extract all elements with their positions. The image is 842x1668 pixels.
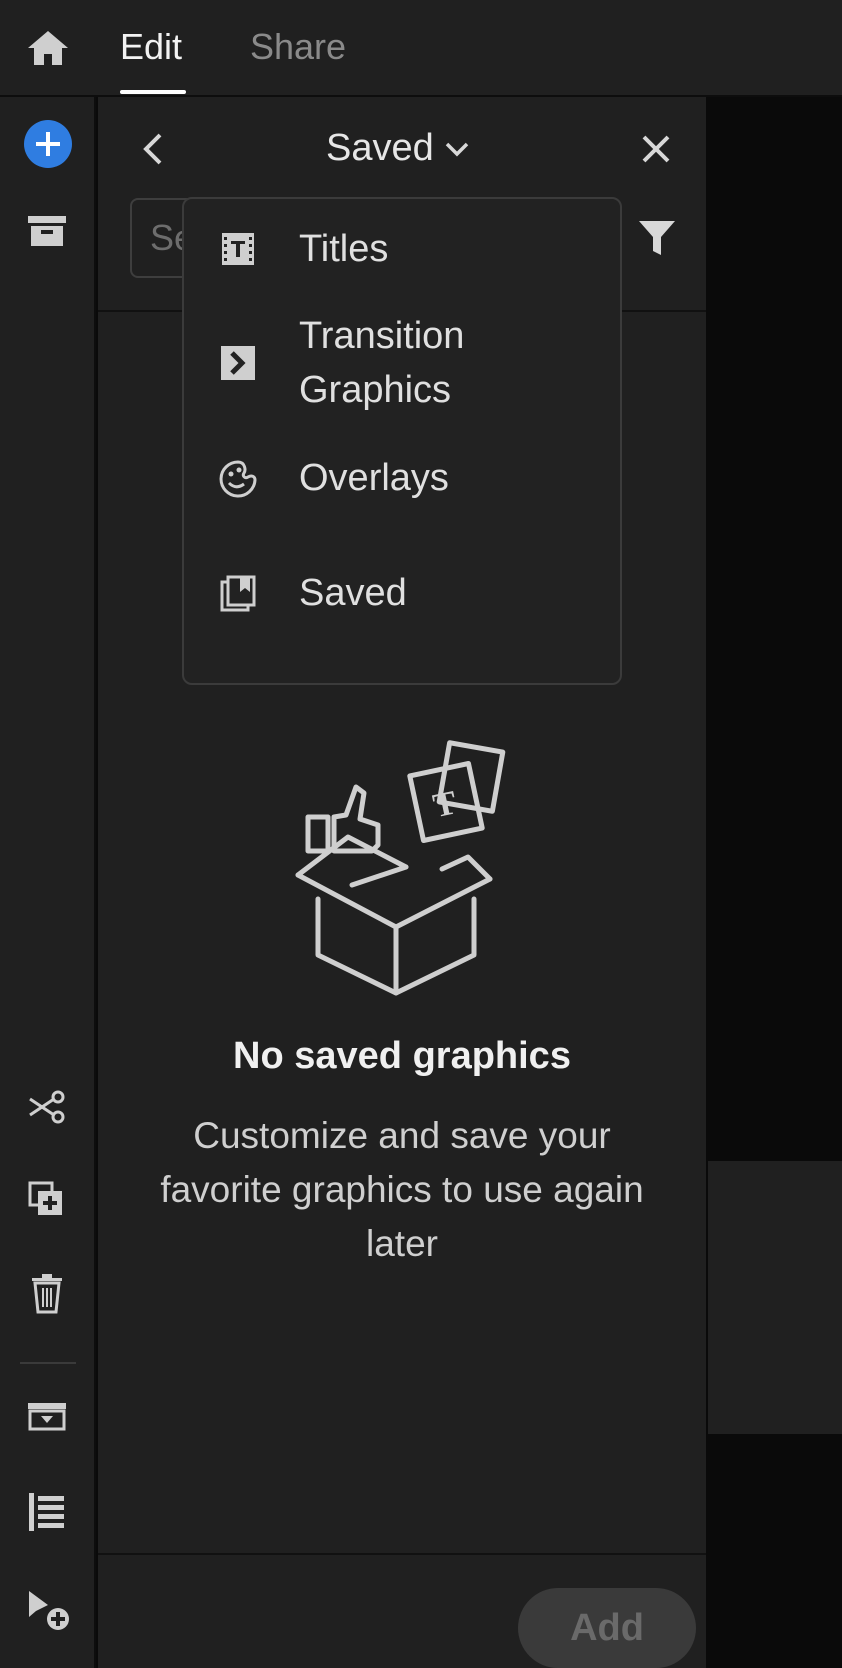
menu-item-label: Overlays xyxy=(299,457,449,499)
back-icon[interactable] xyxy=(134,129,174,169)
menu-item-transition-graphics[interactable]: Transition Graphics xyxy=(184,309,620,419)
panel-footer: Add xyxy=(98,1553,706,1668)
tab-share[interactable]: Share xyxy=(250,26,346,68)
rail-divider xyxy=(20,1362,76,1364)
transition-icon xyxy=(218,343,258,383)
menu-item-saved[interactable]: Saved xyxy=(184,564,620,624)
media-bin-icon[interactable] xyxy=(24,212,70,258)
pointer-add-icon[interactable] xyxy=(24,1587,70,1633)
close-icon[interactable] xyxy=(636,129,676,169)
menu-item-label: Saved xyxy=(299,572,407,614)
empty-box-illustration: T xyxy=(288,687,518,1007)
category-selector[interactable]: Saved xyxy=(326,127,470,170)
panel-title: Saved xyxy=(326,127,434,169)
timeline-area xyxy=(708,1161,842,1434)
trash-icon[interactable] xyxy=(24,1272,70,1318)
filter-icon[interactable] xyxy=(636,217,678,259)
left-toolbar xyxy=(0,97,96,1668)
home-icon[interactable] xyxy=(25,28,71,68)
duplicate-icon[interactable] xyxy=(24,1179,70,1225)
scissors-icon[interactable] xyxy=(24,1087,70,1133)
menu-item-label: Transition Graphics xyxy=(299,315,465,411)
svg-text:T: T xyxy=(430,784,460,825)
add-button[interactable]: Add xyxy=(518,1588,696,1668)
empty-state-description: Customize and save your favorite graphic… xyxy=(160,1115,644,1264)
menu-item-label: Titles xyxy=(299,228,389,270)
add-icon[interactable] xyxy=(24,120,72,168)
menu-item-overlays[interactable]: Overlays xyxy=(184,449,620,509)
overlays-icon xyxy=(218,459,258,499)
titles-icon xyxy=(218,229,258,269)
menu-item-titles[interactable]: Titles xyxy=(184,221,620,277)
top-bar: Edit Share xyxy=(0,0,842,97)
tab-edit[interactable]: Edit xyxy=(120,26,182,68)
active-tab-indicator xyxy=(120,90,186,94)
align-left-icon[interactable] xyxy=(24,1490,70,1536)
storage-icon[interactable] xyxy=(24,1397,70,1443)
chevron-down-icon xyxy=(445,142,468,156)
saved-icon xyxy=(218,574,258,614)
empty-state-title: No saved graphics xyxy=(233,1035,571,1077)
category-dropdown: Titles Transition Graphics Overlays Save… xyxy=(182,197,622,685)
